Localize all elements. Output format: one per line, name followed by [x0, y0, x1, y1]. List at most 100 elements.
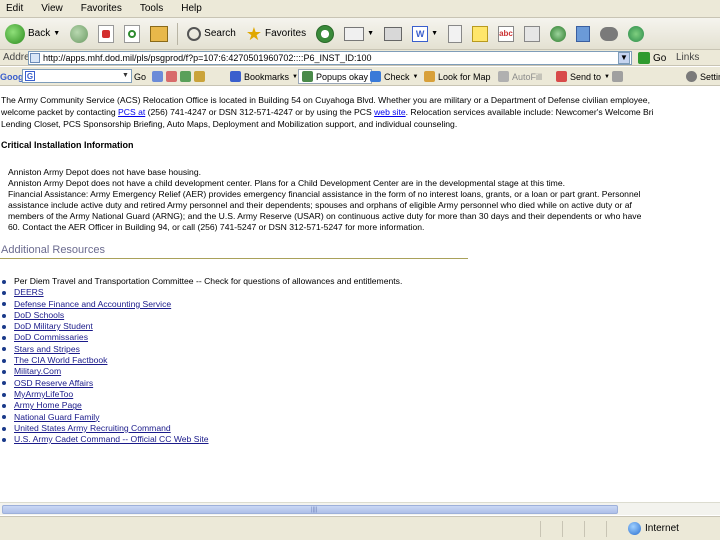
bullet-icon: [2, 279, 6, 284]
back-button[interactable]: Back ▼: [2, 21, 63, 47]
toolbar-separator: [177, 22, 179, 45]
security-zone: Internet: [628, 522, 679, 535]
links-label[interactable]: Links: [676, 52, 699, 63]
resource-link[interactable]: National Guard Family: [14, 412, 100, 423]
critical-line-5: members of the Army National Guard (ARNG…: [8, 211, 642, 221]
send-to-label: Send to: [570, 71, 602, 82]
settings-button[interactable]: Settings: [686, 69, 720, 84]
send-to-button[interactable]: Send to ▼: [556, 69, 610, 84]
bookmark-button[interactable]: [573, 21, 593, 47]
chat-button[interactable]: [597, 21, 621, 47]
home-button[interactable]: [147, 21, 171, 47]
refresh-button[interactable]: [121, 21, 143, 47]
discuss-button[interactable]: [445, 21, 465, 47]
menu-edit[interactable]: Edit: [4, 3, 25, 14]
search-dropdown-icon[interactable]: ▼: [121, 71, 130, 81]
mail-button[interactable]: ▼: [341, 21, 377, 47]
look-for-map-button[interactable]: Look for Map: [424, 69, 491, 84]
resource-link[interactable]: MyArmyLifeToo: [14, 389, 73, 400]
additional-resources-title: Additional Resources: [1, 244, 105, 256]
translate-button[interactable]: [521, 21, 543, 47]
check-dropdown-icon[interactable]: ▼: [413, 74, 419, 80]
sticky-note-icon: [472, 25, 488, 42]
horizontal-scrollbar[interactable]: ||||: [0, 502, 720, 515]
stop-button[interactable]: [95, 21, 117, 47]
resource-link[interactable]: Stars and Stripes: [14, 344, 80, 355]
address-dropdown-icon[interactable]: ▼: [618, 52, 630, 64]
messenger-button[interactable]: [547, 21, 569, 47]
search-button[interactable]: Search: [184, 21, 239, 47]
list-item: DEERS: [2, 287, 402, 298]
highlight-icon[interactable]: [194, 71, 205, 82]
favorites-button[interactable]: ★ Favorites: [243, 21, 309, 47]
images-icon[interactable]: [166, 71, 177, 82]
critical-line-1: Anniston Army Depot does not have base h…: [8, 167, 202, 177]
menu-help[interactable]: Help: [179, 3, 204, 14]
popups-label: Popups okay: [316, 71, 369, 82]
forward-button[interactable]: [67, 21, 91, 47]
check-button[interactable]: Check ▼: [370, 69, 418, 84]
google-go-button[interactable]: Go: [134, 69, 146, 84]
resource-link[interactable]: Army Home Page: [14, 400, 82, 411]
pencil-button[interactable]: [612, 69, 623, 84]
list-item: The CIA World Factbook: [2, 355, 402, 366]
google-search-input[interactable]: G ▼: [22, 69, 132, 83]
history-button[interactable]: [313, 21, 337, 47]
intro-line-2: welcome packet by contacting PCS at (256…: [1, 107, 654, 119]
home-icon: [150, 25, 169, 42]
go-button[interactable]: Go: [638, 51, 666, 65]
status-cell: [540, 521, 560, 537]
autofill-label: AutoFill: [512, 71, 543, 82]
resource-link[interactable]: The CIA World Factbook: [14, 355, 107, 366]
section-divider: [0, 258, 468, 259]
resource-link[interactable]: Military.Com: [14, 366, 61, 377]
critical-line-2: Anniston Army Depot does not have a chil…: [8, 178, 565, 188]
research-button[interactable]: abc: [495, 21, 517, 47]
web-site-link[interactable]: web site: [374, 107, 406, 117]
news-icon[interactable]: [152, 71, 163, 82]
mail-dropdown-icon[interactable]: ▼: [367, 30, 374, 37]
resource-link[interactable]: DoD Commissaries: [14, 332, 88, 343]
pcs-link[interactable]: PCS at: [118, 107, 145, 117]
bookmarks-button[interactable]: Bookmarks ▼: [230, 69, 298, 84]
google-g-icon: G: [25, 71, 35, 81]
scrollbar-thumb[interactable]: ||||: [2, 505, 618, 514]
menu-view[interactable]: View: [39, 3, 65, 14]
groups-icon[interactable]: [180, 71, 191, 82]
menu-bar: Edit View Favorites Tools Help: [0, 0, 720, 18]
list-item: Defense Finance and Accounting Service: [2, 299, 402, 310]
status-cell: [562, 521, 582, 537]
star-bookmark-icon: [230, 71, 241, 82]
resource-link[interactable]: DEERS: [14, 287, 44, 298]
scroll-grip-icon: ||||: [311, 507, 318, 513]
favorites-label: Favorites: [265, 28, 307, 39]
menu-tools[interactable]: Tools: [138, 3, 165, 14]
research-icon: abc: [498, 25, 514, 42]
bullet-icon: [2, 426, 6, 431]
history-icon: [316, 24, 335, 43]
list-item: Army Home Page: [2, 400, 402, 411]
refresh-icon: [124, 24, 141, 43]
resource-link[interactable]: U.S. Army Cadet Command -- Official CC W…: [14, 434, 209, 445]
autofill-button[interactable]: AutoFill: [498, 69, 542, 84]
mail-icon: [344, 26, 365, 41]
resource-link[interactable]: OSD Reserve Affairs: [14, 378, 93, 389]
send-to-dropdown-icon[interactable]: ▼: [604, 74, 610, 80]
bookmarks-label: Bookmarks: [244, 71, 290, 82]
edit-button[interactable]: W ▼: [409, 21, 441, 47]
bullet-icon: [2, 392, 6, 397]
resource-link[interactable]: Defense Finance and Accounting Service: [14, 299, 171, 310]
notes-button[interactable]: [469, 21, 491, 47]
address-input[interactable]: http://apps.mhf.dod.mil/pls/psgprod/f?p=…: [28, 51, 632, 65]
edit-dropdown-icon[interactable]: ▼: [431, 30, 438, 37]
buddy-button[interactable]: [625, 21, 647, 47]
resource-link[interactable]: DoD Military Student: [14, 321, 93, 332]
back-dropdown-icon[interactable]: ▼: [53, 30, 60, 37]
go-arrow-icon: [638, 52, 650, 64]
resource-link[interactable]: DoD Schools: [14, 310, 64, 321]
print-button[interactable]: [381, 21, 405, 47]
menu-favorites[interactable]: Favorites: [79, 3, 124, 14]
popup-blocker-button[interactable]: Popups okay: [298, 69, 373, 84]
search-label: Search: [204, 28, 236, 39]
resource-link[interactable]: United States Army Recruiting Command: [14, 423, 171, 434]
